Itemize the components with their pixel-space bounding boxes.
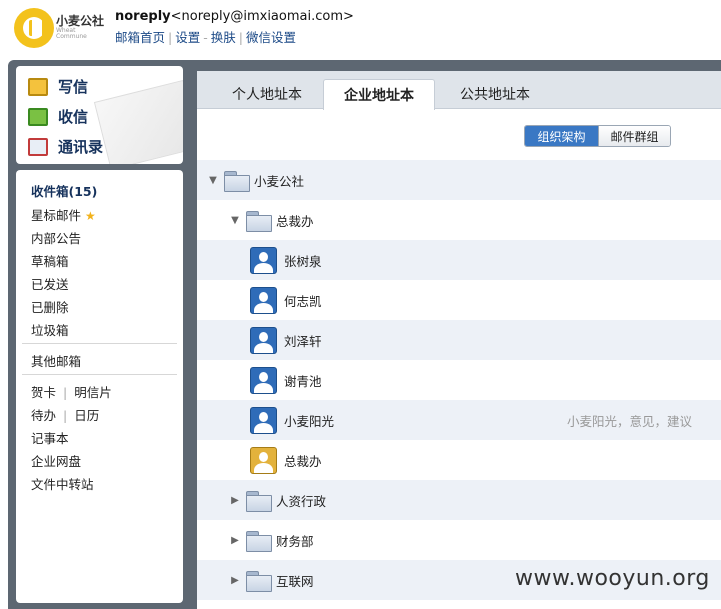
folder-inbox[interactable]: 收件箱(15) — [31, 181, 97, 200]
brand-sub: Wheat Commune — [56, 27, 87, 40]
contact-note: 小麦阳光，意见，建议 — [567, 413, 693, 429]
folder-drafts[interactable]: 草稿箱 — [31, 251, 69, 270]
tab-personal[interactable]: 个人地址本 — [217, 79, 317, 109]
star-icon: ★ — [85, 209, 96, 223]
link-todo[interactable]: 待办 — [31, 408, 56, 423]
link-skin[interactable]: 换肤 — [211, 30, 236, 45]
contact-row[interactable]: 何志凯 — [197, 280, 721, 320]
group-person-icon — [250, 446, 277, 474]
tab-enterprise[interactable]: 企业地址本 — [323, 79, 435, 110]
folder-icon — [246, 570, 272, 592]
top-links: 邮箱首页 | 设置 - 换肤 | 微信设置 — [115, 30, 297, 45]
receive-button[interactable]: 收信 — [28, 106, 88, 127]
pencil-icon — [28, 77, 48, 96]
contact-name: 谢青池 — [284, 373, 322, 389]
folder-other[interactable]: 其他邮箱 — [31, 351, 81, 370]
contacts-label: 通讯录 — [58, 138, 104, 156]
tree-root-label: 小麦公社 — [254, 173, 305, 189]
address-book-panel: 个人地址本 企业地址本 公共地址本 组织架构 邮件群组 ▼ 小麦公社 ▼ 总裁办… — [197, 71, 721, 609]
link-transfer[interactable]: 文件中转站 — [31, 474, 94, 493]
account-user: noreply — [115, 9, 171, 24]
contact-card-icon — [28, 137, 48, 156]
link-mail-home[interactable]: 邮箱首页 — [115, 30, 165, 45]
contact-name: 总裁办 — [284, 453, 322, 469]
person-icon — [250, 286, 277, 314]
folder-icon — [224, 170, 250, 192]
account-info: noreply<noreply@imxiaomai.com> — [115, 9, 354, 24]
mail-group-button[interactable]: 邮件群组 — [598, 126, 670, 146]
tools-row-1: 贺卡 | 明信片 — [31, 385, 112, 400]
folder-icon — [246, 530, 272, 552]
person-icon — [250, 246, 277, 274]
tools-row-2: 待办 | 日历 — [31, 408, 100, 423]
dept-label: 财务部 — [276, 533, 314, 549]
folder-icon — [246, 490, 272, 512]
folder-starred[interactable]: 星标邮件 ★ — [31, 205, 96, 224]
tree-dept[interactable]: ▼ 总裁办 — [197, 200, 721, 240]
contact-row[interactable]: 谢青池 — [197, 360, 721, 400]
tree-root[interactable]: ▼ 小麦公社 — [197, 160, 721, 200]
header: 小麦公社 Wheat Commune noreply<noreply@imxia… — [0, 0, 721, 58]
download-icon — [28, 107, 48, 126]
org-structure-button[interactable]: 组织架构 — [525, 126, 598, 146]
chevron-down-icon[interactable]: ▼ — [229, 215, 241, 226]
contacts-button[interactable]: 通讯录 — [28, 136, 103, 157]
chevron-down-icon[interactable]: ▼ — [207, 175, 219, 186]
contact-row[interactable]: 刘泽轩 — [197, 320, 721, 360]
divider — [22, 343, 177, 344]
link-wechat-settings[interactable]: 微信设置 — [246, 30, 296, 45]
folder-list: 收件箱(15) 星标邮件 ★ 内部公告 草稿箱 已发送 已删除 垃圾箱 其他邮箱 … — [16, 170, 183, 603]
link-settings[interactable]: 设置 — [175, 30, 200, 45]
account-email: <noreply@imxiaomai.com> — [170, 9, 354, 24]
chevron-right-icon[interactable]: ▶ — [229, 535, 241, 546]
divider — [22, 374, 177, 375]
dept-label: 人资行政 — [276, 493, 327, 509]
contact-name: 刘泽轩 — [284, 333, 322, 349]
link-notes[interactable]: 记事本 — [31, 428, 69, 447]
contact-name: 小麦阳光 — [284, 413, 335, 429]
tree-dept-collapsed[interactable]: ▶ 财务部 — [197, 520, 721, 560]
contact-row[interactable]: 张树泉 — [197, 240, 721, 280]
dept-label: 互联网 — [276, 573, 314, 589]
chevron-right-icon[interactable]: ▶ — [229, 575, 241, 586]
link-calendar[interactable]: 日历 — [74, 408, 99, 423]
link-card[interactable]: 贺卡 — [31, 385, 56, 400]
person-icon — [250, 326, 277, 354]
folder-deleted[interactable]: 已删除 — [31, 297, 69, 316]
contact-row[interactable]: 总裁办 — [197, 440, 721, 480]
tree-dept-label: 总裁办 — [276, 213, 314, 229]
tab-bar: 个人地址本 企业地址本 公共地址本 — [197, 71, 721, 110]
folder-spam[interactable]: 垃圾箱 — [31, 320, 69, 339]
person-icon — [250, 406, 277, 434]
view-toggle: 组织架构 邮件群组 — [524, 125, 671, 147]
contact-row[interactable]: 小麦阳光 小麦阳光，意见，建议 — [197, 400, 721, 440]
write-button[interactable]: 写信 — [28, 76, 88, 97]
link-disk[interactable]: 企业网盘 — [31, 451, 81, 470]
write-label: 写信 — [58, 78, 89, 96]
folder-notice[interactable]: 内部公告 — [31, 228, 81, 247]
watermark: www.wooyun.org — [515, 566, 710, 591]
brand-logo[interactable] — [14, 8, 54, 48]
contact-name: 何志凯 — [284, 293, 322, 309]
folder-sent[interactable]: 已发送 — [31, 274, 69, 293]
quick-actions: 写信 收信 通讯录 — [16, 66, 183, 164]
person-icon — [250, 366, 277, 394]
link-postcard[interactable]: 明信片 — [74, 385, 112, 400]
wheat-icon — [23, 17, 45, 39]
tab-public[interactable]: 公共地址本 — [445, 79, 545, 109]
folder-icon — [246, 210, 272, 232]
folder-starred-label: 星标邮件 — [31, 208, 82, 223]
envelope-decoration — [93, 79, 183, 164]
tree-dept-collapsed[interactable]: ▶ 人资行政 — [197, 480, 721, 520]
receive-label: 收信 — [58, 108, 89, 126]
contact-name: 张树泉 — [284, 253, 322, 269]
chevron-right-icon[interactable]: ▶ — [229, 495, 241, 506]
